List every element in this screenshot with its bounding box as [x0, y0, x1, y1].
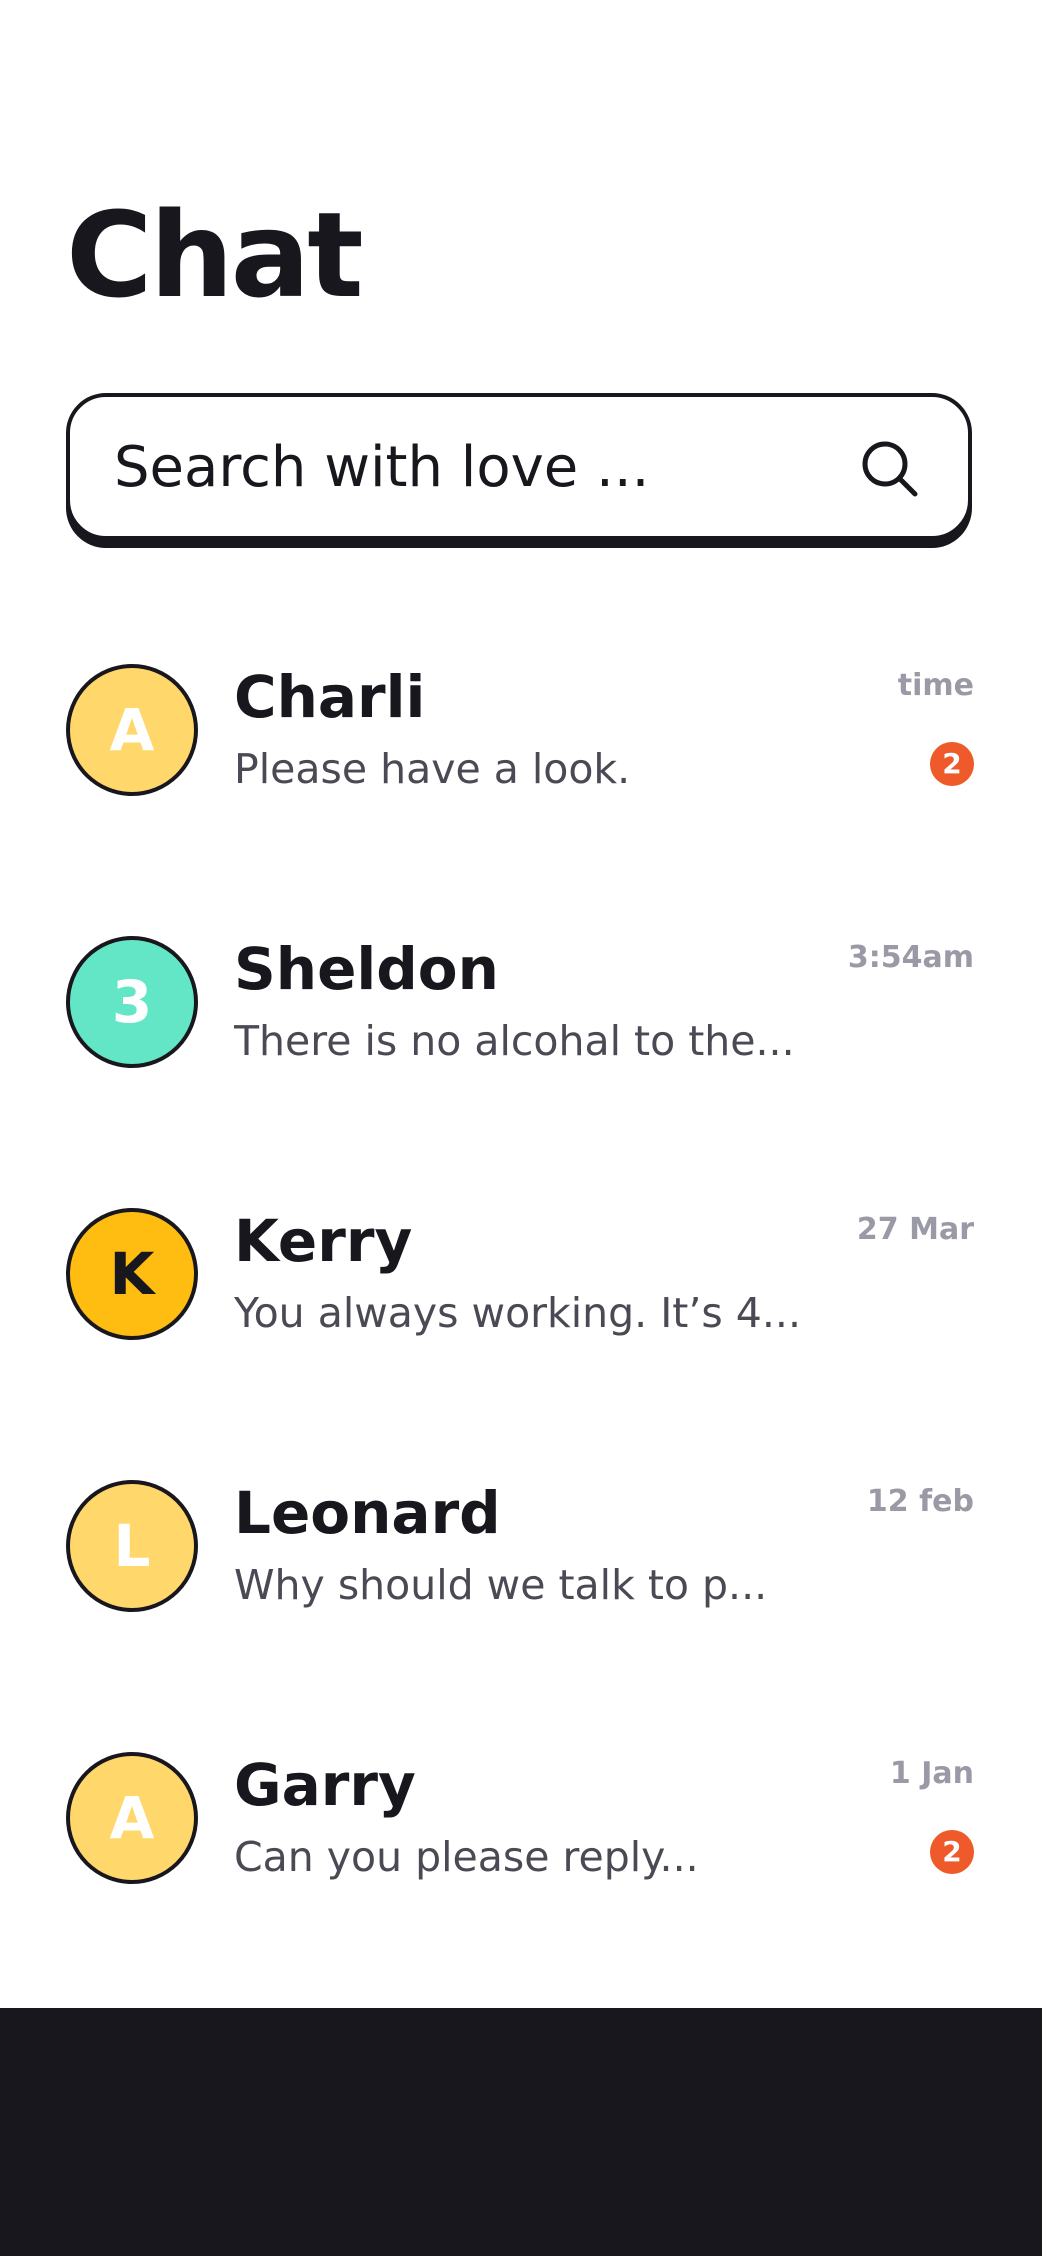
chat-preview: There is no alcohal to the...	[234, 1017, 795, 1065]
avatar: 3	[66, 936, 198, 1068]
chat-time: 12 feb	[866, 1484, 974, 1519]
chat-preview: Why should we talk to p...	[234, 1561, 768, 1609]
chat-preview: Please have a look.	[234, 745, 631, 793]
avatar: L	[66, 1480, 198, 1612]
chat-time: 3:54am	[847, 940, 974, 975]
search-input[interactable]	[114, 427, 854, 507]
chat-item[interactable]: A Garry Can you please reply... 1 Jan 2	[0, 1748, 1042, 2020]
chat-time: 27 Mar	[856, 1212, 974, 1247]
chat-item[interactable]: L Leonard Why should we talk to p... 12 …	[0, 1476, 1042, 1748]
chat-time: time	[897, 668, 974, 703]
unread-badge: 2	[930, 742, 974, 786]
search-icon[interactable]	[858, 437, 922, 501]
chat-name: Leonard	[234, 1479, 501, 1547]
chat-name: Charli	[234, 663, 426, 731]
chat-name: Sheldon	[234, 935, 499, 1003]
chat-name: Kerry	[234, 1207, 413, 1275]
bottom-bar	[0, 2008, 1042, 2256]
chat-item[interactable]: 3 Sheldon There is no alcohal to the... …	[0, 932, 1042, 1204]
chat-preview: Can you please reply...	[234, 1833, 699, 1881]
avatar: A	[66, 1752, 198, 1884]
unread-badge: 2	[930, 1830, 974, 1874]
avatar: A	[66, 664, 198, 796]
chat-item[interactable]: A Charli Please have a look. time 2	[0, 660, 1042, 932]
chat-preview: You always working. It’s 4...	[234, 1289, 801, 1337]
search-bar[interactable]	[66, 393, 972, 540]
chat-list: A Charli Please have a look. time 2 3 Sh…	[0, 660, 1042, 2020]
avatar: K	[66, 1208, 198, 1340]
chat-name: Garry	[234, 1751, 416, 1819]
chat-item[interactable]: K Kerry You always working. It’s 4... 27…	[0, 1204, 1042, 1476]
page-title: Chat	[66, 186, 364, 324]
chat-time: 1 Jan	[889, 1756, 974, 1791]
